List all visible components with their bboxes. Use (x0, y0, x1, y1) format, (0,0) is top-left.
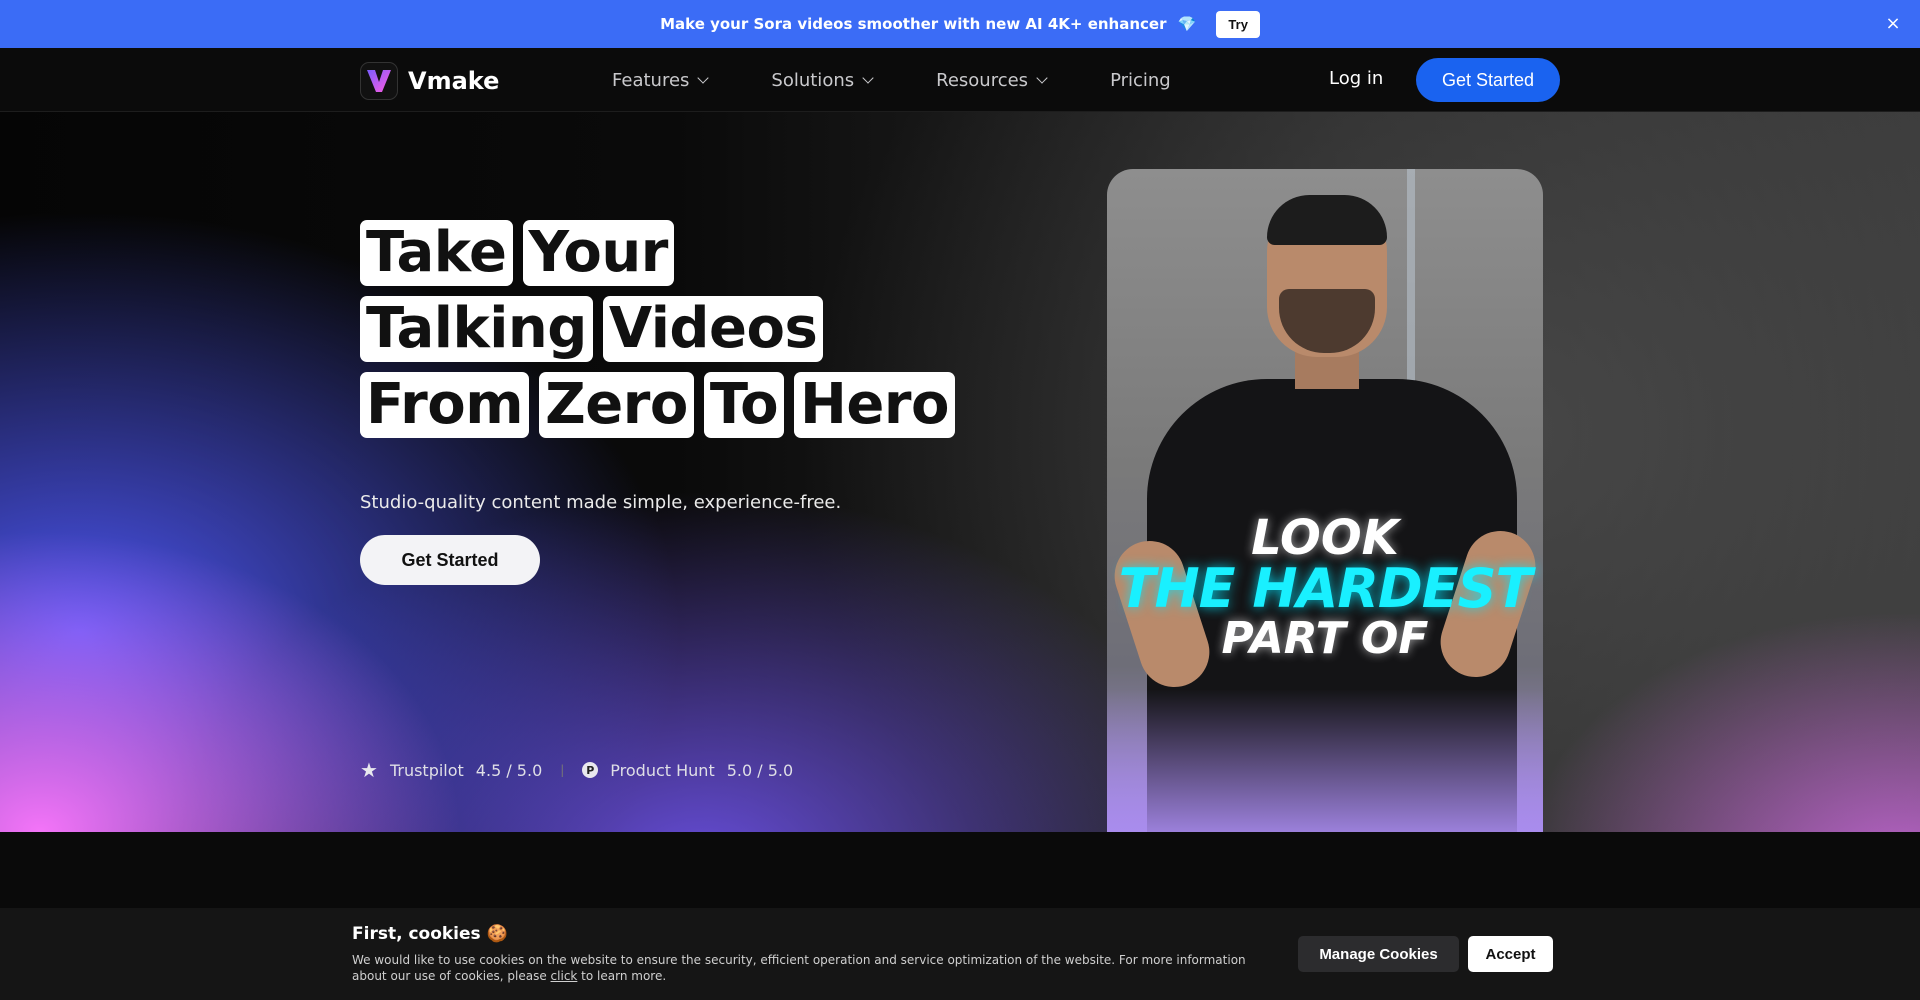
headline-word: Videos (602, 296, 824, 362)
caption-line-2: THE HARDEST (1118, 557, 1533, 620)
logo[interactable]: Vmake (360, 62, 499, 100)
nav-menu: Features Solutions Resources Pricing (612, 48, 1171, 112)
product-hunt-icon: P (582, 762, 599, 778)
gem-icon: 💎 (1177, 15, 1197, 33)
trustpilot-label: Trustpilot (389, 760, 464, 780)
ratings: ★ Trustpilot 4.5 / 5.0 | P Product Hunt … (360, 758, 793, 782)
headline-word: To (703, 372, 785, 438)
hero-section: Take Your Talking Videos From Zero To He… (0, 112, 1920, 832)
cookie-text: We would like to use cookies on the webs… (352, 952, 1272, 984)
nav-item-label: Resources (936, 69, 1029, 91)
caption-line-3: PART OF (1221, 613, 1429, 664)
nav-item-label: Features (612, 69, 690, 91)
nav-item-label: Solutions (771, 69, 855, 91)
accept-cookies-button[interactable]: Accept (1468, 936, 1553, 972)
vmake-logo-icon (360, 62, 398, 100)
manage-cookies-button[interactable]: Manage Cookies (1298, 936, 1459, 972)
headline-row: Talking Videos (360, 296, 980, 362)
nav-item-pricing[interactable]: Pricing (1110, 70, 1171, 91)
headline-word: Your (522, 220, 674, 286)
video-person-hair (1267, 195, 1387, 245)
promo-text: Make your Sora videos smoother with new … (660, 15, 1196, 33)
hero-headline: Take Your Talking Videos From Zero To He… (360, 220, 980, 448)
star-icon: ★ (360, 758, 378, 782)
cookie-text-before: We would like to use cookies on the webs… (352, 953, 1246, 983)
nav-item-solutions[interactable]: Solutions (771, 69, 874, 91)
nav-get-started-button[interactable]: Get Started (1416, 58, 1560, 102)
hero-get-started-button[interactable]: Get Started (360, 535, 540, 585)
video-caption: LOOK THE HARDEST PART OF (1107, 514, 1543, 662)
trustpilot-score: 4.5 / 5.0 (475, 760, 543, 780)
headline-word: Take (360, 220, 513, 286)
promo-try-button[interactable]: Try (1216, 10, 1260, 38)
promo-banner: Make your Sora videos smoother with new … (0, 0, 1920, 48)
rating-separator: | (560, 763, 565, 777)
headline-word: Talking (360, 296, 593, 362)
caption-line-1: LOOK (1251, 510, 1399, 566)
hero-video[interactable]: LOOK THE HARDEST PART OF (1107, 169, 1543, 832)
hero-subheadline: Studio-quality content made simple, expe… (360, 492, 842, 513)
nav-item-resources[interactable]: Resources (936, 69, 1048, 91)
headline-word: Zero (539, 372, 694, 438)
producthunt-score: 5.0 / 5.0 (726, 760, 794, 780)
cookie-text-after: to learn more. (577, 969, 667, 983)
headline-word: From (360, 372, 530, 438)
producthunt-rating[interactable]: P Product Hunt 5.0 / 5.0 (582, 761, 793, 780)
headline-word: Hero (794, 372, 955, 438)
video-fade-overlay (1107, 689, 1543, 832)
logo-text: Vmake (408, 67, 500, 95)
headline-row: From Zero To Hero (360, 372, 980, 438)
video-background-detail (1407, 169, 1415, 409)
main-nav: Vmake Features Solutions Resources Prici… (0, 48, 1920, 112)
close-icon[interactable]: × (1882, 13, 1904, 35)
cookie-title: First, cookies 🍪 (352, 924, 508, 944)
nav-item-label: Pricing (1110, 69, 1171, 91)
chevron-down-icon (697, 72, 710, 84)
producthunt-label: Product Hunt (610, 760, 715, 780)
promo-message: Make your Sora videos smoother with new … (660, 15, 1167, 33)
nav-item-features[interactable]: Features (612, 69, 710, 91)
headline-row: Take Your (360, 220, 980, 286)
login-link[interactable]: Log in (1329, 68, 1383, 89)
trustpilot-rating[interactable]: ★ Trustpilot 4.5 / 5.0 (360, 758, 542, 782)
cookie-learn-more-link[interactable]: click (551, 969, 578, 983)
chevron-down-icon (1036, 72, 1048, 84)
cookie-banner: First, cookies 🍪 We would like to use co… (0, 908, 1920, 1000)
chevron-down-icon (862, 72, 874, 84)
